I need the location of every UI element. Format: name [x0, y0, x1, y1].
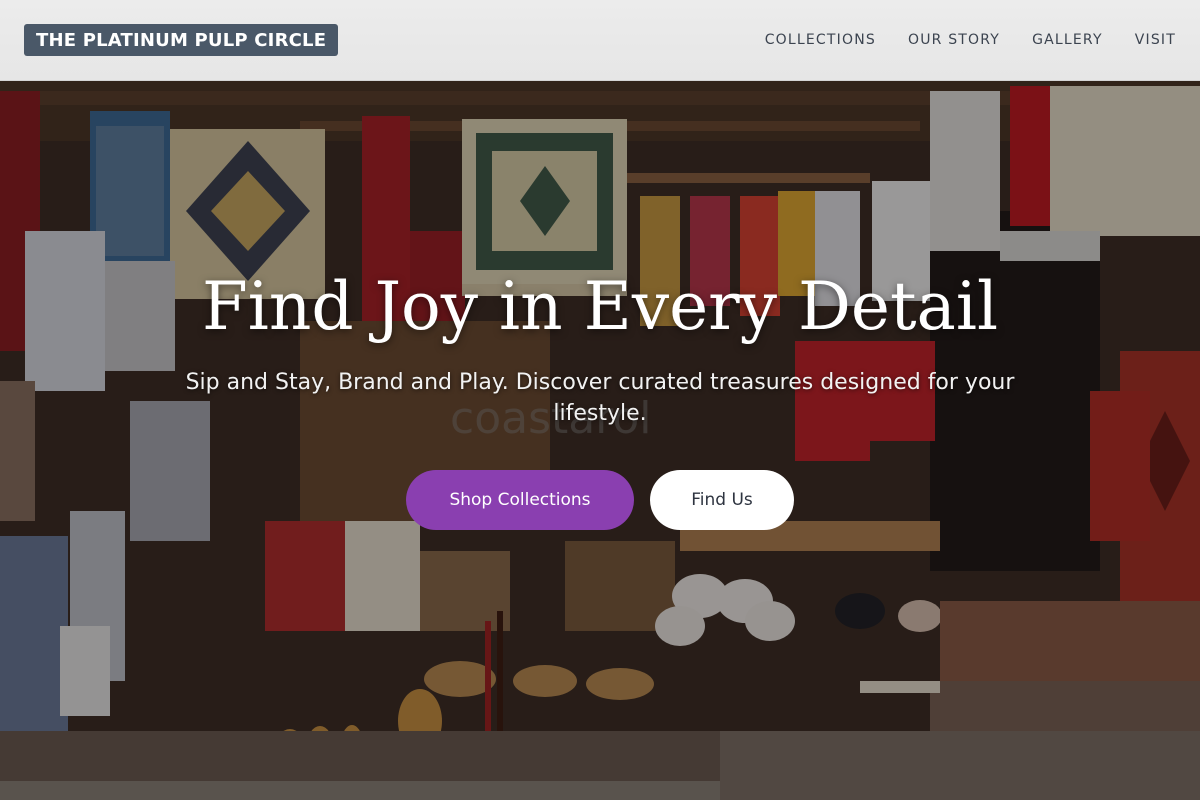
find-us-button[interactable]: Find Us: [650, 470, 794, 530]
nav-collections[interactable]: COLLECTIONS: [765, 32, 876, 48]
cta-row: Shop Collections Find Us: [0, 470, 1200, 530]
nav-our-story[interactable]: OUR STORY: [908, 32, 1000, 48]
hero-section: coastarol Find Joy in Every Detail Sip a…: [0, 81, 1200, 800]
nav-visit[interactable]: VISIT: [1135, 32, 1176, 48]
main-nav: COLLECTIONS OUR STORY GALLERY VISIT: [765, 32, 1176, 48]
hero-headline: Find Joy in Every Detail: [201, 268, 999, 345]
hero-subheadline: Sip and Stay, Brand and Play. Discover c…: [185, 370, 1015, 426]
nav-gallery[interactable]: GALLERY: [1032, 32, 1103, 48]
shop-collections-button[interactable]: Shop Collections: [406, 470, 634, 530]
site-header: THE PLATINUM PULP CIRCLE COLLECTIONS OUR…: [0, 0, 1200, 81]
hero-content: Find Joy in Every Detail Sip and Stay, B…: [0, 81, 1200, 800]
brand-logo[interactable]: THE PLATINUM PULP CIRCLE: [24, 24, 339, 56]
